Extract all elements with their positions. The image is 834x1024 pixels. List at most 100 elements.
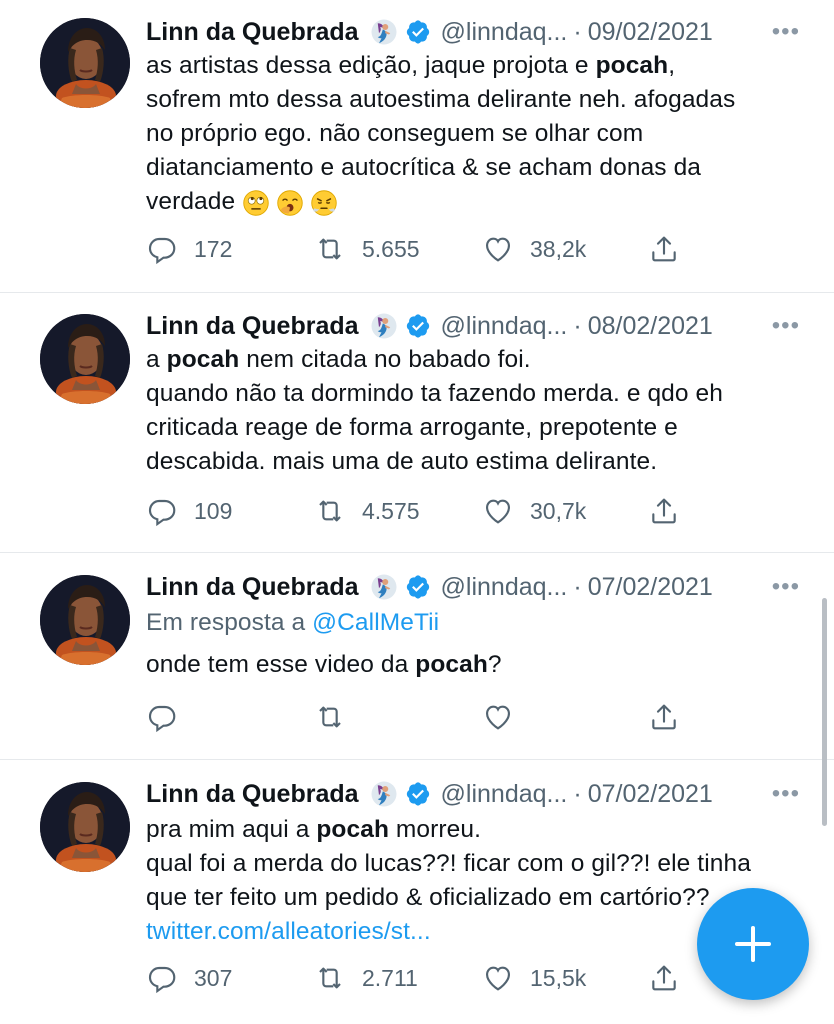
verified-badge-icon bbox=[405, 781, 431, 807]
action-bar: 307 2.711 15,5k bbox=[146, 958, 686, 998]
steam-from-nose-emoji bbox=[310, 189, 338, 217]
separator-dot: · bbox=[573, 572, 582, 601]
reply-icon bbox=[146, 495, 178, 527]
tweet-text: pra mim aqui a pocah morreu. qual foi a … bbox=[146, 813, 794, 949]
tweet-line: quando não ta dormindo ta fazendo merda.… bbox=[146, 380, 723, 407]
tweet[interactable]: Linn da Quebrada @linndaq... · 07/02/202… bbox=[0, 760, 834, 1024]
tweet-line: no próprio ego. não conseguem se olhar c… bbox=[146, 120, 644, 147]
author-handle[interactable]: @linndaq... bbox=[441, 312, 568, 341]
action-bar: 109 4.575 30,7k bbox=[146, 491, 686, 531]
tweet-line: que ter feito um pedido & oficializado e… bbox=[146, 884, 710, 911]
mention-keyword: pocah bbox=[316, 816, 390, 843]
share-icon bbox=[648, 701, 680, 733]
reply-button[interactable]: 172 bbox=[146, 233, 232, 265]
like-count: 38,2k bbox=[530, 235, 587, 262]
more-icon[interactable]: ••• bbox=[772, 573, 800, 601]
compose-tweet-button[interactable] bbox=[697, 888, 809, 1000]
more-icon[interactable]: ••• bbox=[772, 312, 800, 340]
tweet-line: onde tem esse video da pocah? bbox=[146, 651, 502, 678]
share-button[interactable] bbox=[648, 701, 680, 733]
more-icon[interactable]: ••• bbox=[772, 18, 800, 46]
heart-icon bbox=[482, 233, 514, 265]
like-button[interactable]: 15,5k bbox=[482, 962, 586, 994]
tweet-line: a pocah nem citada no babado foi. bbox=[146, 346, 531, 373]
mention-keyword: pocah bbox=[166, 346, 240, 373]
verified-badge-icon bbox=[405, 313, 431, 339]
mermaid-emoji bbox=[369, 572, 399, 602]
retweet-icon bbox=[314, 495, 346, 527]
emoji-group bbox=[242, 189, 338, 217]
tweet-date[interactable]: 09/02/2021 bbox=[588, 18, 713, 47]
plus-icon bbox=[735, 926, 771, 962]
author-handle[interactable]: @linndaq... bbox=[441, 18, 568, 47]
retweet-count: 2.711 bbox=[362, 964, 418, 991]
tweet-date[interactable]: 07/02/2021 bbox=[588, 573, 713, 602]
separator-dot: · bbox=[573, 17, 582, 46]
avatar[interactable] bbox=[40, 782, 130, 872]
like-button[interactable]: 38,2k bbox=[482, 233, 586, 265]
reply-button[interactable] bbox=[146, 701, 178, 733]
avatar[interactable] bbox=[40, 575, 130, 665]
tweet[interactable]: Linn da Quebrada @linndaq... · 07/02/202… bbox=[0, 553, 834, 759]
author-name[interactable]: Linn da Quebrada bbox=[146, 780, 359, 809]
tweet[interactable]: Linn da Quebrada @linndaq... · 08/02/202… bbox=[0, 293, 834, 552]
reply-to-handle[interactable]: @CallMeTii bbox=[312, 609, 439, 636]
tweet-line: diatanciamento e autocrítica & se acham … bbox=[146, 154, 702, 181]
tweet-line: pra mim aqui a pocah morreu. bbox=[146, 816, 482, 843]
retweet-button[interactable]: 5.655 bbox=[314, 233, 420, 265]
author-name[interactable]: Linn da Quebrada bbox=[146, 312, 359, 341]
tweet-date[interactable]: 07/02/2021 bbox=[588, 780, 713, 809]
separator-dot: · bbox=[573, 779, 582, 808]
reply-count: 307 bbox=[194, 964, 233, 991]
retweet-button[interactable] bbox=[314, 701, 346, 733]
share-button[interactable] bbox=[648, 233, 680, 265]
tweet-line: criticada reage de forma arrogante, prep… bbox=[146, 414, 678, 441]
reply-button[interactable]: 307 bbox=[146, 962, 232, 994]
avatar[interactable] bbox=[40, 314, 130, 404]
reply-button[interactable]: 109 bbox=[146, 495, 232, 527]
author-handle[interactable]: @linndaq... bbox=[441, 573, 568, 602]
tweet-line: qual foi a merda do lucas??! ficar com o… bbox=[146, 850, 751, 877]
tweet[interactable]: Linn da Quebrada @linndaq... · 09/02/202… bbox=[0, 0, 834, 292]
mermaid-emoji bbox=[369, 17, 399, 47]
retweet-button[interactable]: 2.711 bbox=[314, 962, 418, 994]
like-count: 15,5k bbox=[530, 964, 587, 991]
author-name[interactable]: Linn da Quebrada bbox=[146, 573, 359, 602]
tweet-line: descabida. mais uma de auto estima delir… bbox=[146, 448, 658, 475]
more-icon[interactable]: ••• bbox=[772, 780, 800, 808]
reply-count: 172 bbox=[194, 235, 233, 262]
retweet-button[interactable]: 4.575 bbox=[314, 495, 420, 527]
retweet-count: 5.655 bbox=[362, 235, 420, 262]
retweet-icon bbox=[314, 233, 346, 265]
avatar[interactable] bbox=[40, 18, 130, 108]
eye-roll-emoji bbox=[242, 189, 270, 217]
heart-icon bbox=[482, 495, 514, 527]
tweet-text: a pocah nem citada no babado foi. quando… bbox=[146, 343, 794, 479]
like-button[interactable] bbox=[482, 701, 514, 733]
tweet-date[interactable]: 08/02/2021 bbox=[588, 312, 713, 341]
mention-keyword: pocah bbox=[595, 52, 669, 79]
reply-icon bbox=[146, 962, 178, 994]
reply-count: 109 bbox=[194, 497, 233, 524]
heart-icon bbox=[482, 962, 514, 994]
share-icon bbox=[648, 233, 680, 265]
share-button[interactable] bbox=[648, 962, 680, 994]
retweet-icon bbox=[314, 962, 346, 994]
tweet-line: verdade bbox=[146, 185, 794, 219]
author-handle[interactable]: @linndaq... bbox=[441, 780, 568, 809]
action-bar bbox=[146, 697, 686, 737]
separator-dot: · bbox=[573, 311, 582, 340]
heart-icon bbox=[482, 701, 514, 733]
author-name[interactable]: Linn da Quebrada bbox=[146, 18, 359, 47]
tweet-line: as artistas dessa edição, jaque projota … bbox=[146, 52, 676, 79]
share-icon bbox=[648, 495, 680, 527]
like-button[interactable]: 30,7k bbox=[482, 495, 586, 527]
tweet-text: as artistas dessa edição, jaque projota … bbox=[146, 49, 794, 219]
reply-icon bbox=[146, 701, 178, 733]
yawning-face-emoji bbox=[276, 189, 304, 217]
mermaid-emoji bbox=[369, 779, 399, 809]
action-bar: 172 5.655 38,2k bbox=[146, 229, 686, 269]
scrollbar[interactable] bbox=[822, 598, 827, 826]
share-button[interactable] bbox=[648, 495, 680, 527]
retweet-count: 4.575 bbox=[362, 497, 420, 524]
